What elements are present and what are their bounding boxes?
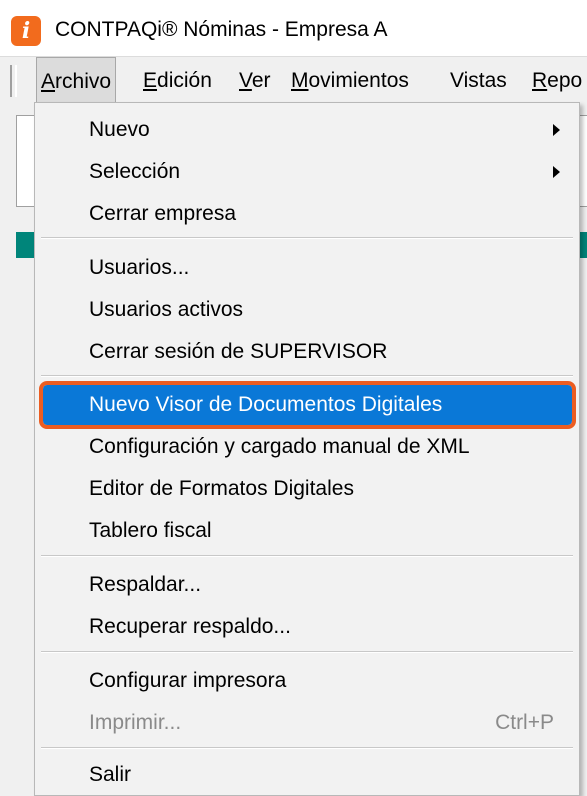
- menu-item-label: Nuevo: [89, 118, 150, 141]
- menu-item-seleccion[interactable]: Selección: [43, 152, 572, 192]
- menu-item-recuperar-respaldo[interactable]: Recuperar respaldo...: [43, 607, 572, 647]
- menu-item-label: Tablero fiscal: [89, 519, 212, 542]
- menu-item-usuarios-activos[interactable]: Usuarios activos: [43, 290, 572, 330]
- menu-movimientos[interactable]: Movimientos: [287, 57, 413, 105]
- menu-item-label: Salir: [89, 763, 132, 786]
- menu-archivo[interactable]: Archivo: [36, 57, 117, 105]
- menubar-grip-handle[interactable]: [10, 65, 17, 97]
- menu-reportes[interactable]: Repo: [528, 57, 586, 105]
- menu-item-label: Cerrar sesión de SUPERVISOR: [89, 340, 388, 363]
- menu-ver[interactable]: Ver: [235, 57, 275, 105]
- menu-item-label: Recuperar respaldo...: [89, 615, 291, 638]
- contpaqi-app-icon[interactable]: i: [11, 16, 41, 46]
- menu-item-label: Usuarios activos: [89, 298, 244, 321]
- menu-item-label: Nuevo Visor de Documentos Digitales: [89, 393, 443, 416]
- archivo-dropdown-menu: Nuevo Selección Cerrar empresa Usuarios.…: [34, 102, 580, 796]
- menu-bar: Archivo Edición Ver Movimientos Vistas R…: [0, 56, 587, 106]
- title-bar: i CONTPAQi® Nóminas - Empresa A: [0, 0, 587, 56]
- menu-item-label: Editor de Formatos Digitales: [89, 477, 354, 500]
- menu-vistas[interactable]: Vistas: [446, 57, 511, 105]
- menu-item-respaldar[interactable]: Respaldar...: [43, 565, 572, 605]
- menu-item-configurar-impresora[interactable]: Configurar impresora: [43, 661, 572, 701]
- menu-item-salir[interactable]: Salir: [43, 755, 572, 795]
- menu-edicion[interactable]: Edición: [139, 57, 216, 105]
- menu-item-shortcut: Ctrl+P: [495, 711, 554, 734]
- menu-item-nuevo-visor-documentos-digitales[interactable]: Nuevo Visor de Documentos Digitales: [39, 381, 576, 429]
- menu-separator: [41, 747, 573, 749]
- window-title: CONTPAQi® Nóminas - Empresa A: [55, 18, 388, 41]
- menu-item-configuracion-xml[interactable]: Configuración y cargado manual de XML: [43, 427, 572, 467]
- menu-item-label: Imprimir...: [89, 711, 182, 734]
- menu-item-label: Configuración y cargado manual de XML: [89, 435, 470, 458]
- menu-item-label: Respaldar...: [89, 573, 202, 596]
- submenu-arrow-icon: [553, 124, 560, 136]
- menu-item-editor-formatos[interactable]: Editor de Formatos Digitales: [43, 469, 572, 509]
- menu-item-tablero-fiscal[interactable]: Tablero fiscal: [43, 511, 572, 551]
- menu-item-cerrar-empresa[interactable]: Cerrar empresa: [43, 194, 572, 234]
- menu-separator: [41, 651, 573, 653]
- menu-item-nuevo[interactable]: Nuevo: [43, 110, 572, 150]
- menu-item-label: Configurar impresora: [89, 669, 287, 692]
- menu-item-usuarios[interactable]: Usuarios...: [43, 248, 572, 288]
- menu-item-label: Cerrar empresa: [89, 202, 237, 225]
- menu-separator: [41, 375, 573, 377]
- submenu-arrow-icon: [553, 166, 560, 178]
- menu-item-cerrar-sesion[interactable]: Cerrar sesión de SUPERVISOR: [43, 332, 572, 372]
- menu-separator: [41, 555, 573, 557]
- menu-item-label: Usuarios...: [89, 256, 190, 279]
- menu-item-imprimir: Imprimir... Ctrl+P: [43, 703, 572, 743]
- menu-separator: [41, 237, 573, 239]
- menu-item-label: Selección: [89, 160, 181, 183]
